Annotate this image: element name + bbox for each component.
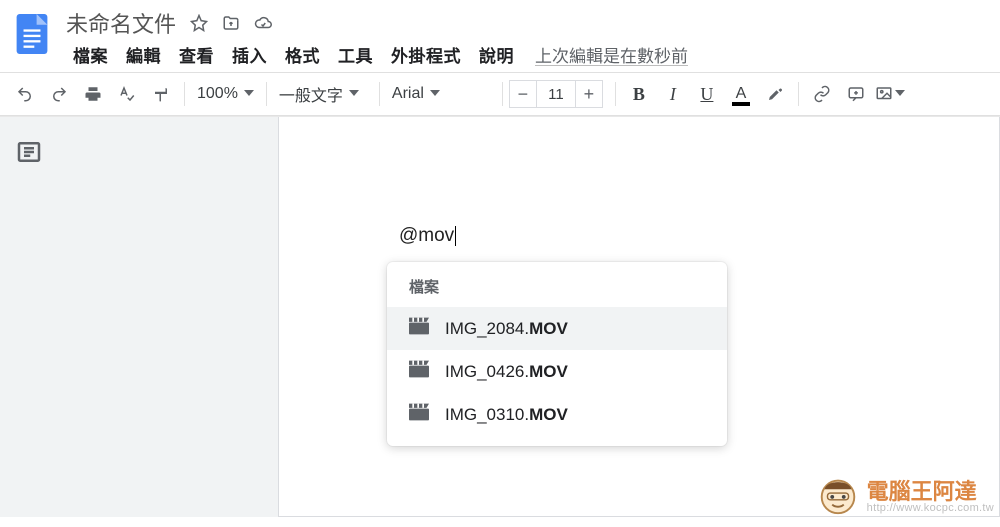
separator: [379, 82, 380, 106]
video-file-icon: [409, 317, 429, 340]
italic-button[interactable]: I: [658, 79, 688, 109]
chevron-down-icon: [895, 85, 905, 103]
workspace: @mov 檔案 IMG_2084.MOV IMG_0426.MOV IMG_03…: [0, 116, 1000, 517]
zoom-dropdown[interactable]: 100%: [191, 79, 260, 109]
dropdown-item[interactable]: IMG_2084.MOV: [387, 307, 727, 350]
separator: [502, 82, 503, 106]
separator: [615, 82, 616, 106]
underline-button[interactable]: U: [692, 79, 722, 109]
style-value: 一般文字: [279, 82, 343, 106]
watermark-url: http://www.kocpc.com.tw: [867, 503, 994, 514]
document-page[interactable]: @mov 檔案 IMG_2084.MOV IMG_0426.MOV IMG_03…: [278, 117, 1000, 517]
menu-addons[interactable]: 外掛程式: [382, 38, 470, 71]
text-color-button[interactable]: A: [726, 79, 756, 109]
chevron-down-icon: [430, 85, 440, 103]
dropdown-section-label: 檔案: [387, 276, 727, 307]
paragraph-style-dropdown[interactable]: 一般文字: [273, 79, 373, 109]
zoom-value: 100%: [197, 85, 238, 103]
menu-insert[interactable]: 插入: [223, 38, 276, 71]
typed-text: @mov: [399, 225, 456, 247]
toolbar: 100% 一般文字 Arial − + B I U A: [0, 72, 1000, 116]
font-size-decrease-button[interactable]: −: [509, 80, 537, 108]
insert-image-button[interactable]: [875, 79, 905, 109]
watermark: 電腦王阿達 http://www.kocpc.com.tw: [815, 472, 994, 523]
document-title[interactable]: 未命名文件: [64, 7, 176, 39]
dropdown-item[interactable]: IMG_0310.MOV: [387, 393, 727, 436]
outline-toggle-button[interactable]: [14, 137, 44, 167]
menu-file[interactable]: 檔案: [64, 38, 117, 71]
text-cursor: [455, 226, 456, 246]
insert-link-button[interactable]: [807, 79, 837, 109]
menu-tools[interactable]: 工具: [329, 38, 382, 71]
paint-format-button[interactable]: [146, 79, 176, 109]
print-button[interactable]: [78, 79, 108, 109]
header: 未命名文件 檔案 編輯 查看 插入 格式 工具 外掛程式 說明 上次編輯是在數秒…: [0, 0, 1000, 68]
separator: [798, 82, 799, 106]
font-size-increase-button[interactable]: +: [575, 80, 603, 108]
dropdown-item-label: IMG_0426.MOV: [445, 362, 568, 382]
font-size-input[interactable]: [537, 80, 575, 108]
star-icon[interactable]: [190, 14, 208, 32]
chevron-down-icon: [244, 85, 254, 103]
video-file-icon: [409, 403, 429, 426]
docs-app-icon[interactable]: [0, 8, 64, 54]
menu-view[interactable]: 查看: [170, 38, 223, 71]
font-size-group: − +: [509, 80, 603, 108]
font-value: Arial: [392, 85, 424, 103]
spellcheck-button[interactable]: [112, 79, 142, 109]
font-family-dropdown[interactable]: Arial: [386, 79, 496, 109]
mascot-icon: [815, 472, 861, 523]
video-file-icon: [409, 360, 429, 383]
redo-button[interactable]: [44, 79, 74, 109]
dropdown-item-label: IMG_0310.MOV: [445, 405, 568, 425]
chevron-down-icon: [349, 85, 359, 103]
menu-help[interactable]: 說明: [470, 38, 523, 71]
menu-bar: 檔案 編輯 查看 插入 格式 工具 外掛程式 說明 上次編輯是在數秒前: [64, 38, 1000, 68]
undo-button[interactable]: [10, 79, 40, 109]
smart-chip-dropdown: 檔案 IMG_2084.MOV IMG_0426.MOV IMG_0310.MO…: [387, 262, 727, 446]
title-block: 未命名文件 檔案 編輯 查看 插入 格式 工具 外掛程式 說明 上次編輯是在數秒…: [64, 8, 1000, 68]
separator: [266, 82, 267, 106]
separator: [184, 82, 185, 106]
highlight-button[interactable]: [760, 79, 790, 109]
dropdown-item-label: IMG_2084.MOV: [445, 319, 568, 339]
last-edit-link[interactable]: 上次編輯是在數秒前: [535, 42, 688, 67]
watermark-brand: 電腦王阿達: [867, 481, 994, 503]
menu-format[interactable]: 格式: [276, 38, 329, 71]
cloud-status-icon[interactable]: [254, 14, 272, 32]
move-folder-icon[interactable]: [222, 14, 240, 32]
add-comment-button[interactable]: [841, 79, 871, 109]
bold-button[interactable]: B: [624, 79, 654, 109]
dropdown-item[interactable]: IMG_0426.MOV: [387, 350, 727, 393]
left-rail: [0, 117, 58, 517]
menu-edit[interactable]: 編輯: [117, 38, 170, 71]
